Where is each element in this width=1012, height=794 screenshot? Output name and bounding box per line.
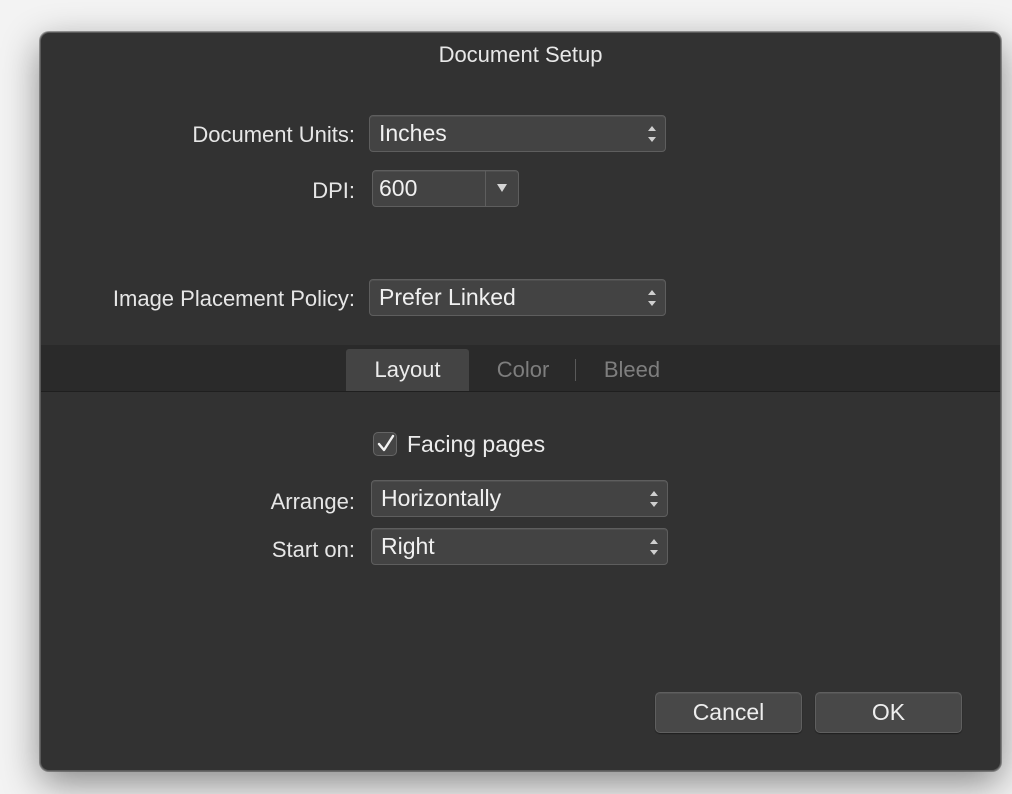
- up-down-arrows-icon: [649, 488, 659, 510]
- document-setup-dialog: Document Setup Document Units: Inches DP…: [40, 32, 1001, 771]
- document-units-label: Document Units:: [192, 122, 355, 147]
- tab-divider: [575, 359, 576, 381]
- dpi-combo[interactable]: 600: [372, 170, 519, 207]
- dpi-label: DPI:: [312, 178, 355, 203]
- up-down-arrows-icon: [649, 536, 659, 558]
- arrange-select[interactable]: Horizontally: [371, 480, 668, 517]
- facing-pages-checkbox[interactable]: [373, 432, 397, 456]
- tab-bar: Layout Color Bleed: [41, 345, 1000, 392]
- tab-layout[interactable]: Layout: [346, 349, 469, 391]
- up-down-arrows-icon: [647, 123, 657, 145]
- start-on-select[interactable]: Right: [371, 528, 668, 565]
- image-placement-select[interactable]: Prefer Linked: [369, 279, 666, 316]
- dialog-title: Document Setup: [438, 42, 603, 67]
- image-placement-label: Image Placement Policy:: [112, 286, 355, 311]
- ok-button[interactable]: OK: [815, 692, 962, 733]
- document-units-select[interactable]: Inches: [369, 115, 666, 152]
- start-on-label: Start on:: [271, 537, 355, 562]
- arrange-label: Arrange:: [270, 489, 355, 514]
- document-units-value: Inches: [379, 120, 447, 146]
- image-placement-value: Prefer Linked: [379, 284, 516, 310]
- cancel-button[interactable]: Cancel: [655, 692, 802, 733]
- dpi-value[interactable]: 600: [373, 171, 485, 206]
- tab-bleed[interactable]: Bleed: [589, 349, 675, 391]
- tab-color[interactable]: Color: [481, 349, 565, 391]
- up-down-arrows-icon: [647, 287, 657, 309]
- dpi-dropdown-button[interactable]: [485, 171, 518, 206]
- start-on-value: Right: [381, 533, 435, 559]
- facing-pages-label[interactable]: Facing pages: [407, 431, 545, 458]
- arrange-value: Horizontally: [381, 485, 502, 511]
- triangle-down-icon: [496, 180, 508, 198]
